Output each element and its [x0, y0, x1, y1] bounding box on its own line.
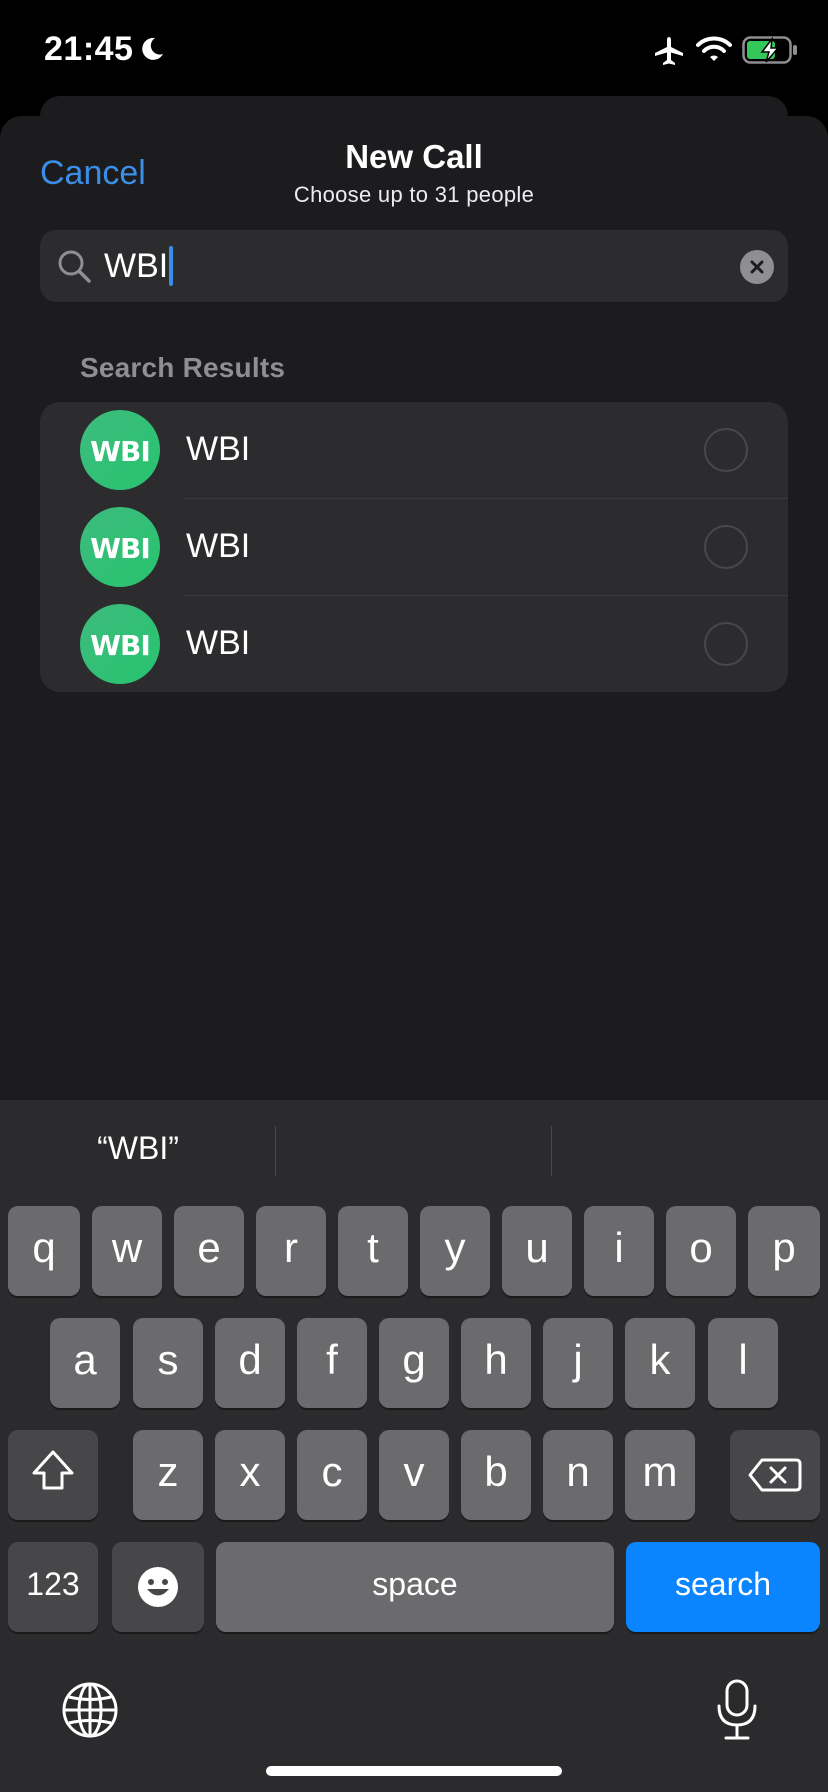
key-p[interactable]: p: [748, 1206, 820, 1296]
page-subtitle: Choose up to 31 people: [293, 182, 535, 207]
contact-row[interactable]: WBI WBI: [40, 499, 788, 596]
keyboard: “WBI” q w e r t y u i o p a s d f g h j …: [0, 1100, 828, 1792]
home-indicator[interactable]: [266, 1766, 562, 1776]
emoji-icon: [138, 1567, 178, 1607]
section-header: Search Results: [80, 352, 286, 383]
key-q[interactable]: q: [8, 1206, 80, 1296]
search-field[interactable]: WBI: [40, 230, 788, 302]
key-i[interactable]: i: [584, 1206, 654, 1296]
key-c[interactable]: c: [297, 1430, 367, 1520]
search-input[interactable]: WBI: [104, 246, 174, 286]
backspace-icon: [748, 1458, 802, 1492]
contact-name: WBI: [186, 624, 251, 662]
status-bar: 21:45: [0, 0, 828, 100]
status-time: 21:45: [44, 30, 134, 68]
avatar-label: WBI: [90, 629, 151, 662]
key-m[interactable]: m: [625, 1430, 695, 1520]
emoji-key[interactable]: [112, 1542, 204, 1632]
key-x[interactable]: x: [215, 1430, 285, 1520]
key-b[interactable]: b: [461, 1430, 531, 1520]
shift-key[interactable]: [8, 1430, 98, 1520]
globe-icon[interactable]: [60, 1680, 120, 1740]
search-value: WBI: [104, 247, 169, 285]
suggestion-divider: [551, 1126, 552, 1176]
avatar: WBI: [80, 507, 160, 587]
space-key[interactable]: space: [216, 1542, 614, 1632]
contact-name: WBI: [186, 527, 251, 565]
key-e[interactable]: e: [174, 1206, 244, 1296]
key-u[interactable]: u: [502, 1206, 572, 1296]
key-n[interactable]: n: [543, 1430, 613, 1520]
microphone-icon[interactable]: [712, 1678, 762, 1742]
clear-search-button[interactable]: [740, 250, 774, 284]
shift-icon: [32, 1450, 74, 1490]
suggestion-3[interactable]: [560, 1130, 818, 1170]
suggestion-divider: [275, 1126, 276, 1176]
key-t[interactable]: t: [338, 1206, 408, 1296]
avatar: WBI: [80, 604, 160, 684]
avatar-label: WBI: [90, 532, 151, 565]
key-v[interactable]: v: [379, 1430, 449, 1520]
contact-row[interactable]: WBI WBI: [40, 402, 788, 499]
select-radio[interactable]: [704, 428, 748, 472]
avatar-label: WBI: [90, 435, 151, 468]
key-y[interactable]: y: [420, 1206, 490, 1296]
key-o[interactable]: o: [666, 1206, 736, 1296]
key-h[interactable]: h: [461, 1318, 531, 1408]
key-s[interactable]: s: [133, 1318, 203, 1408]
contact-row[interactable]: WBI WBI: [40, 596, 788, 692]
backspace-key[interactable]: [730, 1430, 820, 1520]
select-radio[interactable]: [704, 525, 748, 569]
key-r[interactable]: r: [256, 1206, 326, 1296]
search-icon: [58, 250, 91, 283]
suggestion-1[interactable]: “WBI”: [40, 1130, 236, 1170]
key-f[interactable]: f: [297, 1318, 367, 1408]
suggestion-2[interactable]: [284, 1130, 542, 1170]
select-radio[interactable]: [704, 622, 748, 666]
avatar: WBI: [80, 410, 160, 490]
key-z[interactable]: z: [133, 1430, 203, 1520]
wifi-icon: [696, 36, 732, 61]
page-title: New Call: [345, 138, 483, 175]
search-results-list: WBI WBI WBI WBI WBI WBI: [40, 402, 788, 692]
key-j[interactable]: j: [543, 1318, 613, 1408]
key-w[interactable]: w: [92, 1206, 162, 1296]
battery-charging-icon: [742, 36, 797, 64]
numbers-key[interactable]: 123: [8, 1542, 98, 1632]
key-k[interactable]: k: [625, 1318, 695, 1408]
key-g[interactable]: g: [379, 1318, 449, 1408]
key-d[interactable]: d: [215, 1318, 285, 1408]
moon-icon: [142, 37, 163, 60]
close-icon: [750, 260, 764, 274]
search-key[interactable]: search: [626, 1542, 820, 1632]
text-cursor: [169, 246, 174, 286]
key-l[interactable]: l: [708, 1318, 778, 1408]
key-a[interactable]: a: [50, 1318, 120, 1408]
contact-name: WBI: [186, 430, 251, 468]
airplane-icon: [655, 37, 683, 65]
